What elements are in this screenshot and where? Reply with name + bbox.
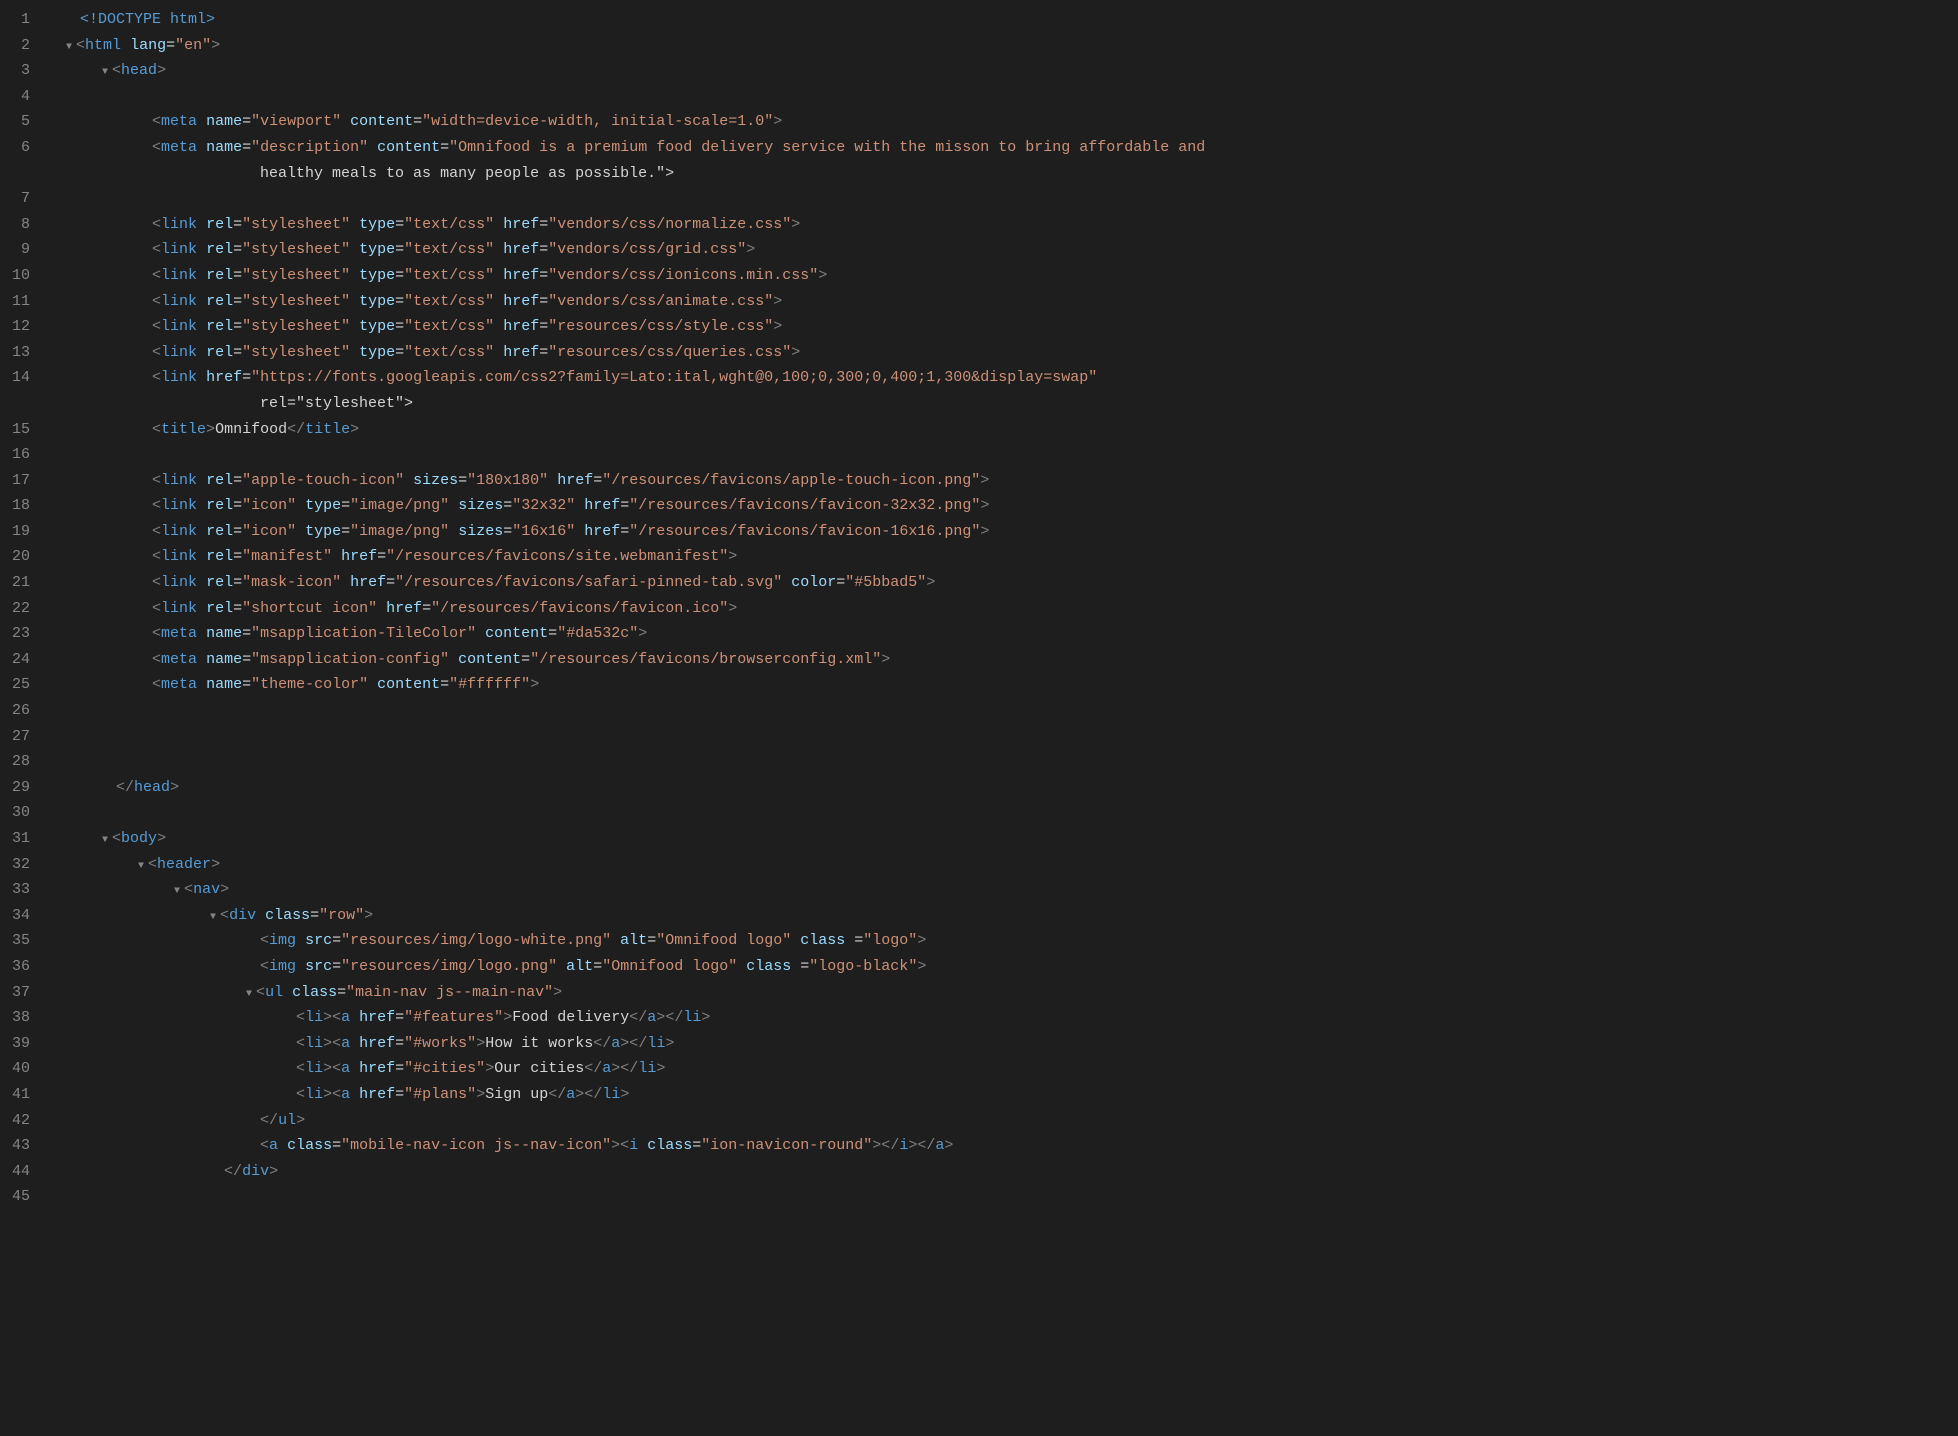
code-line — [66, 85, 1958, 111]
line-number: 29 — [0, 776, 38, 802]
line-number: 19 — [0, 520, 38, 546]
code-line: healthy meals to as many people as possi… — [66, 162, 1958, 188]
line-number: 20 — [0, 545, 38, 571]
line-number: 30 — [0, 801, 38, 827]
line-number: 44 — [0, 1160, 38, 1186]
line-number: 17 — [0, 469, 38, 495]
line-number: 6 — [0, 136, 38, 162]
code-line: <link rel="icon" type="image/png" sizes=… — [66, 520, 1958, 546]
line-number: 26 — [0, 699, 38, 725]
line-number: 5 — [0, 110, 38, 136]
line-number: 40 — [0, 1057, 38, 1083]
line-number: 10 — [0, 264, 38, 290]
line-number: 33 — [0, 878, 38, 904]
code-line: ▼<ul class="main-nav js--main-nav"> — [66, 981, 1958, 1007]
line-number: 34 — [0, 904, 38, 930]
code-line: <img src="resources/img/logo-white.png" … — [66, 929, 1958, 955]
line-number: 12 — [0, 315, 38, 341]
code-line: ▼<head> — [66, 59, 1958, 85]
line-number: 11 — [0, 290, 38, 316]
line-number: 23 — [0, 622, 38, 648]
code-line: <link rel="stylesheet" type="text/css" h… — [66, 238, 1958, 264]
line-number: 21 — [0, 571, 38, 597]
code-line: <link rel="stylesheet" type="text/css" h… — [66, 315, 1958, 341]
code-line: <meta name="msapplication-config" conten… — [66, 648, 1958, 674]
code-line: ▼<html lang="en"> — [66, 34, 1958, 60]
code-line: <meta name="theme-color" content="#fffff… — [66, 673, 1958, 699]
code-line: <li><a href="#works">How it works</a></l… — [66, 1032, 1958, 1058]
code-line: <meta name="viewport" content="width=dev… — [66, 110, 1958, 136]
line-number: 13 — [0, 341, 38, 367]
line-number: 43 — [0, 1134, 38, 1160]
line-number: 18 — [0, 494, 38, 520]
line-number: 4 — [0, 85, 38, 111]
line-number: 36 — [0, 955, 38, 981]
code-line: <a class="mobile-nav-icon js--nav-icon">… — [66, 1134, 1958, 1160]
line-number: 2 — [0, 34, 38, 60]
line-number: 15 — [0, 418, 38, 444]
code-content[interactable]: <!DOCTYPE html>▼<html lang="en"> ▼<head>… — [50, 0, 1958, 1436]
code-line: <!DOCTYPE html> — [66, 8, 1958, 34]
line-number: 39 — [0, 1032, 38, 1058]
code-line: <li><a href="#cities">Our cities</a></li… — [66, 1057, 1958, 1083]
line-number: 42 — [0, 1109, 38, 1135]
code-line — [66, 187, 1958, 213]
line-number: 24 — [0, 648, 38, 674]
line-number: 22 — [0, 597, 38, 623]
code-line — [66, 801, 1958, 827]
code-line: </head> — [66, 776, 1958, 802]
line-number: 45 — [0, 1185, 38, 1211]
code-line: ▼<body> — [66, 827, 1958, 853]
line-number: 28 — [0, 750, 38, 776]
code-line — [66, 725, 1958, 751]
code-line: <link rel="mask-icon" href="/resources/f… — [66, 571, 1958, 597]
line-number: 35 — [0, 929, 38, 955]
line-number: 9 — [0, 238, 38, 264]
code-line — [66, 699, 1958, 725]
code-line: <link rel="shortcut icon" href="/resourc… — [66, 597, 1958, 623]
code-line: <link rel="stylesheet" type="text/css" h… — [66, 264, 1958, 290]
line-number: 38 — [0, 1006, 38, 1032]
line-number: 41 — [0, 1083, 38, 1109]
code-line: <li><a href="#features">Food delivery</a… — [66, 1006, 1958, 1032]
line-number: 16 — [0, 443, 38, 469]
code-line — [66, 443, 1958, 469]
code-line: <li><a href="#plans">Sign up</a></li> — [66, 1083, 1958, 1109]
code-line: <img src="resources/img/logo.png" alt="O… — [66, 955, 1958, 981]
code-line — [66, 1185, 1958, 1211]
code-line: </div> — [66, 1160, 1958, 1186]
code-line: <link rel="apple-touch-icon" sizes="180x… — [66, 469, 1958, 495]
code-editor: 1234567891011121314151617181920212223242… — [0, 0, 1958, 1436]
line-number — [0, 392, 38, 418]
code-line: <title>Omnifood</title> — [66, 418, 1958, 444]
line-number: 31 — [0, 827, 38, 853]
line-number: 32 — [0, 853, 38, 879]
code-line: <link href="https://fonts.googleapis.com… — [66, 366, 1958, 392]
line-number: 37 — [0, 981, 38, 1007]
line-number: 3 — [0, 59, 38, 85]
code-line: <link rel="stylesheet" type="text/css" h… — [66, 213, 1958, 239]
code-line: </ul> — [66, 1109, 1958, 1135]
line-number: 8 — [0, 213, 38, 239]
code-line: <link rel="manifest" href="/resources/fa… — [66, 545, 1958, 571]
line-number: 14 — [0, 366, 38, 392]
line-number: 25 — [0, 673, 38, 699]
line-number — [0, 162, 38, 188]
line-numbers: 1234567891011121314151617181920212223242… — [0, 0, 50, 1436]
code-line — [66, 750, 1958, 776]
code-line: <meta name="msapplication-TileColor" con… — [66, 622, 1958, 648]
code-line: ▼<header> — [66, 853, 1958, 879]
line-number: 27 — [0, 725, 38, 751]
code-line: ▼<nav> — [66, 878, 1958, 904]
code-line: <link rel="stylesheet" type="text/css" h… — [66, 341, 1958, 367]
code-line: rel="stylesheet"> — [66, 392, 1958, 418]
line-number: 7 — [0, 187, 38, 213]
line-number: 1 — [0, 8, 38, 34]
code-line: ▼<div class="row"> — [66, 904, 1958, 930]
code-line: <link rel="stylesheet" type="text/css" h… — [66, 290, 1958, 316]
code-line: <meta name="description" content="Omnifo… — [66, 136, 1958, 162]
code-line: <link rel="icon" type="image/png" sizes=… — [66, 494, 1958, 520]
